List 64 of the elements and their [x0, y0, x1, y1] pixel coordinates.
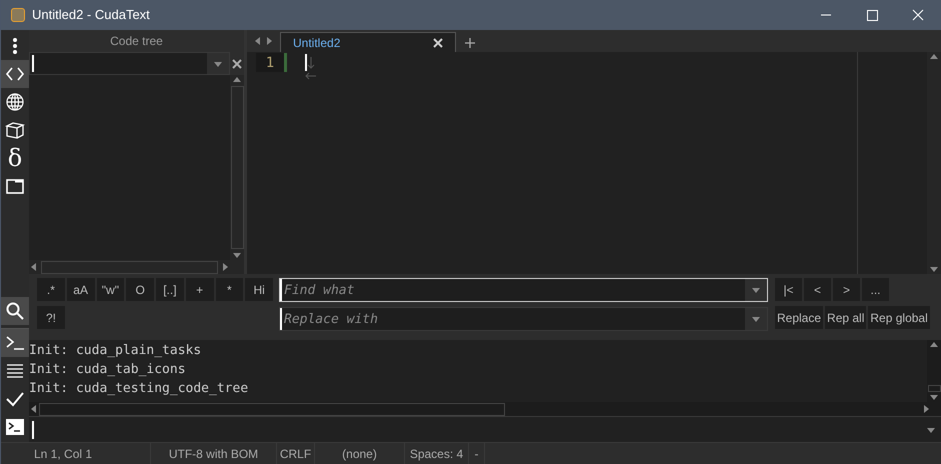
scrollbar-thumb[interactable] [41, 260, 218, 274]
terminal-icon [6, 419, 24, 435]
status-item: - [469, 442, 485, 464]
toolbar-button[interactable]: > [833, 278, 860, 302]
status-item: Ln 1, Col 1 [1, 442, 151, 464]
filter-field[interactable] [29, 52, 230, 75]
scroll-right-icon[interactable] [921, 404, 931, 414]
app-icon [11, 8, 25, 22]
tab-label: Untitled2 [293, 34, 342, 52]
scroll-right-icon[interactable] [220, 262, 230, 272]
text-cursor [305, 54, 307, 71]
toolbar-button[interactable]: Rep global [868, 306, 930, 330]
delta-icon: δ [8, 146, 22, 170]
toolbar-button[interactable]: Hi [245, 278, 273, 302]
scrollbar-thumb[interactable] [230, 86, 244, 250]
toolbar-button[interactable]: [..] [156, 278, 184, 302]
window-title: Untitled2 - CudaText [32, 6, 150, 24]
editor-tab[interactable]: Untitled2 [280, 32, 456, 52]
toolbar-button[interactable]: "w" [96, 278, 124, 302]
box-icon [5, 120, 25, 140]
console-input[interactable] [29, 416, 941, 442]
output-line: Init: cuda_plain_tasks [29, 342, 202, 360]
sidebar-button[interactable] [1, 297, 29, 325]
toolbar-button[interactable]: |< [775, 278, 802, 302]
toolbar-button[interactable]: ... [862, 278, 889, 302]
scroll-down-icon[interactable] [232, 250, 242, 260]
scroll-down-icon[interactable] [929, 392, 939, 402]
output-line: Init: cuda_testing_code_tree [29, 380, 250, 398]
toolbar-button[interactable]: ?! [37, 306, 65, 330]
tab-scroll-left-icon[interactable] [253, 36, 263, 46]
toolbar-button[interactable]: .* [37, 278, 65, 302]
status-item: Spaces: 4 [405, 442, 469, 464]
status-item: UTF-8 with BOM [151, 442, 277, 464]
scrollbar-thumb[interactable] [39, 402, 505, 416]
toolbar-button[interactable]: < [804, 278, 831, 302]
toolbar-button[interactable]: * [216, 278, 244, 302]
toolbar-button[interactable]: aA [66, 278, 94, 302]
sidebar-button[interactable] [1, 329, 29, 357]
toolbar-button[interactable]: Replace [775, 306, 824, 330]
toolbar-button[interactable]: Rep all [825, 306, 866, 330]
window-icon [5, 176, 25, 196]
scroll-up-icon[interactable] [232, 75, 242, 85]
scrollbar-thumb[interactable] [928, 385, 940, 392]
sidebar-button[interactable] [1, 60, 29, 88]
panel-title: Code tree [109, 33, 164, 50]
scroll-down-icon[interactable] [929, 264, 939, 274]
status-item: (none) [315, 442, 405, 464]
search-field[interactable]: Find what [280, 279, 745, 302]
toolbar-button[interactable]: O [126, 278, 154, 302]
arrow-left-icon [305, 71, 317, 81]
search-icon [5, 301, 25, 321]
dropdown-icon[interactable] [751, 285, 761, 296]
sidebar-button[interactable]: δ [1, 144, 29, 172]
dropdown-icon[interactable] [751, 314, 761, 324]
toolbar-button[interactable]: + [186, 278, 214, 302]
tab-scroll-right-icon[interactable] [264, 36, 274, 46]
arrow-down-icon [307, 56, 315, 68]
close-icon[interactable] [433, 38, 443, 48]
globe-icon [5, 92, 25, 112]
search-field[interactable]: Replace with [280, 308, 745, 330]
status-item: CRLF [277, 442, 315, 464]
line-number: 1 [256, 53, 284, 72]
menu-icon [12, 37, 18, 55]
output-line: Init: cuda_tab_icons [29, 361, 187, 380]
